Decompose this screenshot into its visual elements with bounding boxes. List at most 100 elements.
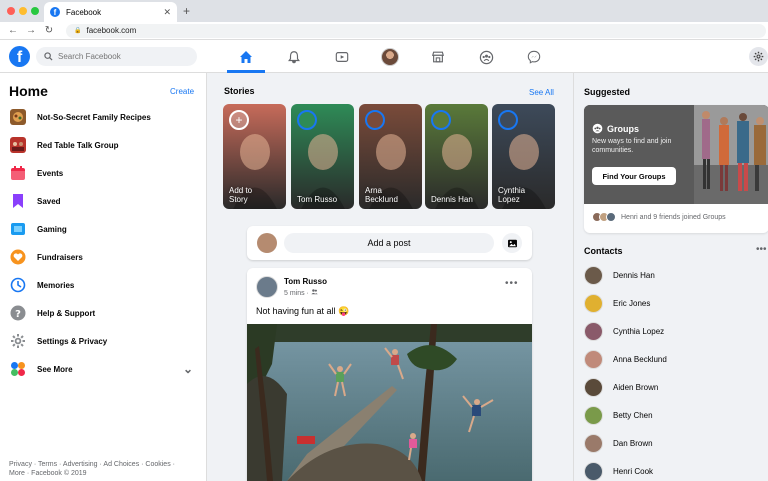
nav-active-indicator [227, 70, 265, 73]
close-tab-icon[interactable]: ✕ [163, 7, 171, 18]
avatar [584, 433, 603, 453]
post-photo[interactable] [247, 324, 532, 481]
nav-profile[interactable] [380, 47, 400, 67]
feed-post: Tom Russo 5 mins · ••• Not having fun at… [247, 268, 532, 481]
find-your-groups-button[interactable]: Find Your Groups [592, 167, 676, 185]
nav-home[interactable] [236, 47, 256, 67]
sidebar-item-help-support[interactable]: ? Help & Support [9, 303, 199, 323]
forward-icon[interactable]: → [26, 25, 36, 36]
sidebar-item-red-table-talk-group[interactable]: Red Table Talk Group [9, 135, 199, 155]
recipe-thumb-icon [9, 108, 27, 126]
winking-tongue-emoji: 😜 [338, 306, 350, 316]
sidebar-item-label: Help & Support [37, 308, 96, 318]
home-icon [240, 51, 252, 63]
groups-icon [479, 50, 493, 64]
avatar [257, 233, 277, 253]
footer-line-1[interactable]: Privacy · Terms · Advertising · Ad Choic… [9, 460, 199, 469]
contact-item[interactable]: Eric Jones [584, 293, 650, 313]
sidebar-item-gaming[interactable]: Gaming [9, 219, 199, 239]
story-name-line-1: Tom Russo [297, 195, 338, 204]
settings-button[interactable] [749, 47, 768, 66]
avatar [584, 293, 603, 313]
new-tab-button[interactable]: + [183, 4, 190, 18]
see-all-link[interactable]: See All [529, 88, 554, 97]
svg-text:?: ? [15, 309, 21, 320]
contact-item[interactable]: Dan Brown [584, 433, 653, 453]
contact-item[interactable]: Anna Becklund [584, 349, 667, 369]
group-thumb-icon [9, 136, 27, 154]
post-text-body: Not having fun at all [256, 306, 336, 316]
suggested-title: Suggested [584, 87, 631, 97]
messenger-icon [527, 50, 541, 64]
nav-notifications[interactable] [284, 47, 304, 67]
sidebar-item-label: See More [37, 364, 73, 374]
back-icon[interactable]: ← [8, 25, 18, 36]
bell-icon [288, 51, 300, 64]
story-card[interactable]: Arna Becklund [359, 104, 422, 209]
groups-card-title: Groups [592, 123, 639, 134]
facebook-favicon-icon: f [50, 7, 60, 17]
sidebar-item-memories[interactable]: Memories [9, 275, 199, 295]
tab-title: Facebook [66, 7, 102, 17]
create-link[interactable]: Create [170, 87, 194, 96]
footer-line-2[interactable]: More · Facebook © 2019 [9, 469, 199, 478]
post-composer: Add a post [247, 226, 532, 260]
add-post-button[interactable]: Add a post [284, 233, 494, 253]
contact-name: Dennis Han [613, 270, 655, 280]
minimize-window-button[interactable] [19, 7, 27, 15]
story-name-line-2: Lopez [498, 195, 520, 204]
gear-icon [753, 51, 764, 62]
story-name: Dennis Han [431, 195, 473, 204]
avatar[interactable] [256, 276, 278, 298]
groups-icon [592, 123, 603, 134]
reload-icon[interactable]: ↻ [44, 25, 54, 36]
sidebar-item-saved[interactable]: Saved [9, 191, 199, 211]
groups-card-footer: Henri and 9 friends joined Groups [592, 212, 726, 222]
add-story-icon[interactable]: + [229, 110, 249, 130]
groups-suggestion-card: Groups New ways to find and join communi… [584, 105, 768, 233]
story-name-line-2: Becklund [365, 195, 398, 204]
facebook-logo-icon[interactable]: f [9, 46, 30, 67]
shop-icon [431, 51, 445, 63]
contact-item[interactable]: Cynthia Lopez [584, 321, 664, 341]
contact-name: Eric Jones [613, 298, 651, 308]
sidebar-item-not-so-secret-family-recipes[interactable]: Not-So-Secret Family Recipes [9, 107, 199, 127]
sidebar-item-settings-privacy[interactable]: Settings & Privacy [9, 331, 199, 351]
nav-messenger[interactable] [524, 47, 544, 67]
contact-item[interactable]: Henri Cook [584, 461, 653, 481]
sidebar-item-label: Red Table Talk Group [37, 140, 119, 150]
sidebar-item-label: Not-So-Secret Family Recipes [37, 112, 151, 122]
sidebar-item-fundraisers[interactable]: Fundraisers [9, 247, 199, 267]
sidebar-item-see-more[interactable]: See More ⌄ [9, 359, 199, 379]
contact-item[interactable]: Dennis Han [584, 265, 655, 285]
post-menu-button[interactable]: ••• [505, 278, 519, 289]
sidebar-item-events[interactable]: Events [9, 163, 199, 183]
search-box[interactable] [36, 47, 197, 66]
post-author[interactable]: Tom Russo [284, 277, 327, 286]
story-card[interactable]: Cynthia Lopez [492, 104, 555, 209]
nav-groups[interactable] [476, 47, 496, 67]
maximize-window-button[interactable] [31, 7, 39, 15]
close-window-button[interactable] [7, 7, 15, 15]
sidebar-item-label: Events [37, 168, 64, 178]
contact-item[interactable]: Aiden Brown [584, 377, 658, 397]
contacts-menu-button[interactable]: ••• [756, 244, 767, 255]
nav-marketplace[interactable] [428, 47, 448, 67]
groups-card-description: New ways to find and join communities. [592, 138, 672, 154]
search-input[interactable] [58, 52, 188, 61]
contact-name: Dan Brown [613, 438, 653, 448]
browser-tab[interactable]: f Facebook ✕ [44, 2, 177, 22]
contact-item[interactable]: Betty Chen [584, 405, 653, 425]
right-sidebar: Suggested Groups New ways to find and jo… [573, 73, 768, 481]
story-card[interactable]: + Add to Story [223, 104, 286, 209]
nav-watch[interactable] [332, 47, 352, 67]
url-field[interactable]: 🔒 facebook.com [66, 23, 766, 38]
add-photo-button[interactable] [502, 233, 522, 253]
chevron-down-icon[interactable]: ⌄ [183, 363, 193, 375]
story-card[interactable]: Dennis Han [425, 104, 488, 209]
bookmark-icon [9, 192, 27, 210]
story-card[interactable]: Tom Russo [291, 104, 354, 209]
friends-icon [311, 289, 318, 295]
avatar [584, 377, 603, 397]
facebook-header: f [0, 40, 768, 73]
